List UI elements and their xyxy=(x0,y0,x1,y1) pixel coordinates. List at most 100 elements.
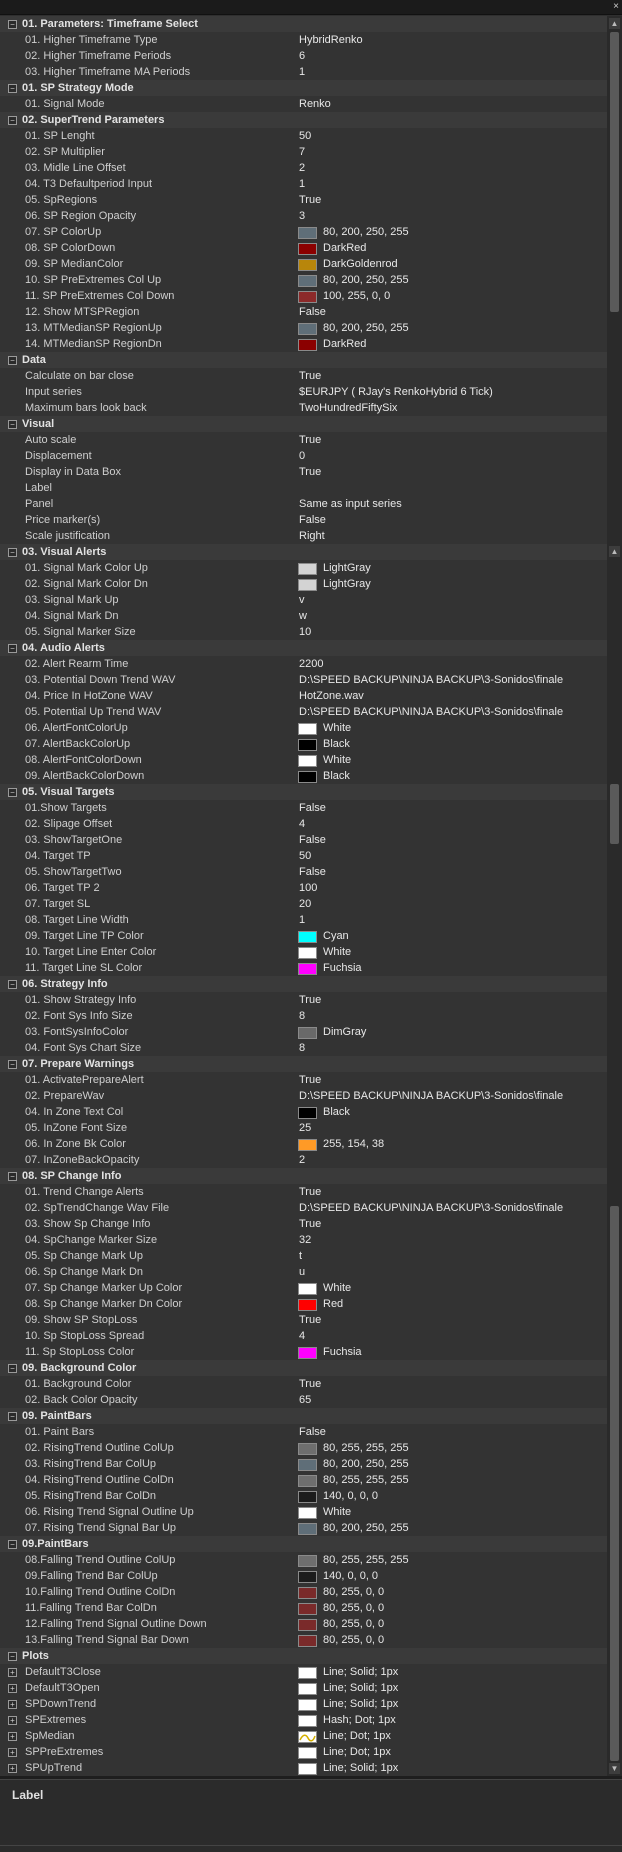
property-row[interactable]: 01. Trend Change Alerts True xyxy=(0,1184,607,1200)
property-row[interactable]: 09. Target Line TP Color Cyan xyxy=(0,928,607,944)
category-visual[interactable]: − Visual xyxy=(0,416,607,432)
property-value[interactable]: 7 xyxy=(299,144,305,160)
property-row[interactable]: 01. Signal Mode Renko xyxy=(0,96,607,112)
property-value[interactable]: t xyxy=(299,1248,302,1264)
property-value[interactable]: False xyxy=(299,832,326,848)
property-value[interactable]: 50 xyxy=(299,128,311,144)
property-value[interactable]: Line; Solid; 1px xyxy=(323,1760,398,1776)
property-value[interactable]: Line; Solid; 1px xyxy=(323,1680,398,1696)
expand-icon[interactable]: + xyxy=(8,1684,17,1693)
property-row[interactable]: 12. Show MTSPRegion False xyxy=(0,304,607,320)
property-row[interactable]: Auto scale True xyxy=(0,432,607,448)
property-row[interactable]: 11. Sp StopLoss Color Fuchsia xyxy=(0,1344,607,1360)
property-value[interactable]: 20 xyxy=(299,896,311,912)
color-swatch[interactable] xyxy=(298,723,317,735)
property-row[interactable]: 01. Paint Bars False xyxy=(0,1424,607,1440)
property-row[interactable]: 10.Falling Trend Outline ColDn 80, 255, 0… xyxy=(0,1584,607,1600)
property-value[interactable]: 100 xyxy=(299,880,317,896)
property-value[interactable]: 80, 255, 0, 0 xyxy=(323,1584,384,1600)
property-value[interactable]: 2 xyxy=(299,1152,305,1168)
color-swatch[interactable] xyxy=(298,1459,317,1471)
color-swatch[interactable] xyxy=(298,1571,317,1583)
property-value[interactable]: w xyxy=(299,608,307,624)
property-value[interactable]: Cyan xyxy=(323,928,349,944)
property-row[interactable]: 09.Falling Trend Bar ColUp 140, 0, 0, 0 xyxy=(0,1568,607,1584)
property-value[interactable]: 10 xyxy=(299,624,311,640)
property-value[interactable]: Black xyxy=(323,1104,350,1120)
color-swatch[interactable] xyxy=(298,1491,317,1503)
property-row[interactable]: Maximum bars look back TwoHundredFiftySix xyxy=(0,400,607,416)
collapse-icon[interactable]: − xyxy=(8,980,17,989)
property-row[interactable]: 09. SP MedianColor DarkGoldenrod xyxy=(0,256,607,272)
property-value[interactable]: Black xyxy=(323,768,350,784)
property-value[interactable]: DarkRed xyxy=(323,336,366,352)
expand-icon[interactable]: + xyxy=(8,1716,17,1725)
property-row[interactable]: + DefaultT3Open Line; Solid; 1px xyxy=(0,1680,607,1696)
property-row[interactable]: Displacement 0 xyxy=(0,448,607,464)
property-row[interactable]: 02. SP Multiplier 7 xyxy=(0,144,607,160)
color-swatch[interactable] xyxy=(298,275,317,287)
property-value[interactable]: False xyxy=(299,800,326,816)
property-value[interactable]: White xyxy=(323,752,351,768)
category-03-visual-alerts[interactable]: −03. Visual Alerts xyxy=(0,544,607,560)
category-01-sp-strategy-mode[interactable]: −01. SP Strategy Mode xyxy=(0,80,607,96)
collapse-icon[interactable]: − xyxy=(8,356,17,365)
property-value[interactable]: 100, 255, 0, 0 xyxy=(323,288,390,304)
category-05-visual-targets[interactable]: −05. Visual Targets xyxy=(0,784,607,800)
property-value[interactable]: Black xyxy=(323,736,350,752)
property-row[interactable]: + DefaultT3Close Line; Solid; 1px xyxy=(0,1664,607,1680)
color-swatch[interactable] xyxy=(298,1475,317,1487)
color-swatch[interactable] xyxy=(298,963,317,975)
collapse-icon[interactable]: − xyxy=(8,1652,17,1661)
property-row[interactable]: 04. SpChange Marker Size 32 xyxy=(0,1232,607,1248)
vertical-scrollbar[interactable]: ▲ ▲ ▼ xyxy=(607,16,622,1776)
property-row[interactable]: 06. Target TP 2 100 xyxy=(0,880,607,896)
property-value[interactable]: True xyxy=(299,1216,321,1232)
property-value[interactable]: True xyxy=(299,368,321,384)
expand-icon[interactable]: + xyxy=(8,1764,17,1773)
property-row[interactable]: Calculate on bar close True xyxy=(0,368,607,384)
property-row[interactable]: 08. Sp Change Marker Dn Color Red xyxy=(0,1296,607,1312)
property-value[interactable]: 80, 200, 250, 255 xyxy=(323,1456,409,1472)
property-row[interactable]: 04. Signal Mark Dn w xyxy=(0,608,607,624)
property-row[interactable]: 02. Font Sys Info Size 8 xyxy=(0,1008,607,1024)
property-value[interactable]: D:\SPEED BACKUP\NINJA BACKUP\3-Sonidos\f… xyxy=(299,672,563,688)
property-row[interactable]: 02. RisingTrend Outline ColUp 80, 255, 25… xyxy=(0,1440,607,1456)
property-row[interactable]: 07. SP ColorUp 80, 200, 250, 255 xyxy=(0,224,607,240)
property-value[interactable]: 80, 255, 0, 0 xyxy=(323,1632,384,1648)
property-row[interactable]: 05. RisingTrend Bar ColDn 140, 0, 0, 0 xyxy=(0,1488,607,1504)
color-swatch[interactable] xyxy=(298,1283,317,1295)
color-swatch[interactable] xyxy=(298,1619,317,1631)
property-value[interactable]: 2200 xyxy=(299,656,323,672)
category-02-supertrend-parameters[interactable]: −02. SuperTrend Parameters xyxy=(0,112,607,128)
property-value[interactable]: LightGray xyxy=(323,560,371,576)
property-row[interactable]: 06. Sp Change Mark Dn u xyxy=(0,1264,607,1280)
property-row[interactable]: Scale justification Right xyxy=(0,528,607,544)
category-plots[interactable]: − Plots xyxy=(0,1648,607,1664)
property-row[interactable]: 01. Signal Mark Color Up LightGray xyxy=(0,560,607,576)
expand-icon[interactable]: + xyxy=(8,1668,17,1677)
plot-style-swatch[interactable] xyxy=(298,1731,317,1743)
property-row[interactable]: 05. InZone Font Size 25 xyxy=(0,1120,607,1136)
collapse-icon[interactable]: − xyxy=(8,1540,17,1549)
property-row[interactable]: 08. Target Line Width 1 xyxy=(0,912,607,928)
property-row[interactable]: 04. Target TP 50 xyxy=(0,848,607,864)
property-row[interactable]: 04. In Zone Text Col Black xyxy=(0,1104,607,1120)
property-value[interactable]: u xyxy=(299,1264,305,1280)
color-swatch[interactable] xyxy=(298,931,317,943)
scroll-up-arrow-icon[interactable]: ▲ xyxy=(609,546,620,557)
collapse-icon[interactable]: − xyxy=(8,20,17,29)
property-row[interactable]: 05. ShowTargetTwo False xyxy=(0,864,607,880)
color-swatch[interactable] xyxy=(298,1139,317,1151)
color-swatch[interactable] xyxy=(298,563,317,575)
property-row[interactable]: 09. Show SP StopLoss True xyxy=(0,1312,607,1328)
property-row[interactable]: + SPPreExtremes Line; Dot; 1px xyxy=(0,1744,607,1760)
property-value[interactable]: False xyxy=(299,304,326,320)
color-swatch[interactable] xyxy=(298,1715,317,1727)
property-value[interactable]: HybridRenko xyxy=(299,32,363,48)
color-swatch[interactable] xyxy=(298,1555,317,1567)
property-value[interactable]: Red xyxy=(323,1296,343,1312)
property-row[interactable]: 04. Font Sys Chart Size 8 xyxy=(0,1040,607,1056)
color-swatch[interactable] xyxy=(298,1635,317,1647)
property-row[interactable]: Label xyxy=(0,480,607,496)
